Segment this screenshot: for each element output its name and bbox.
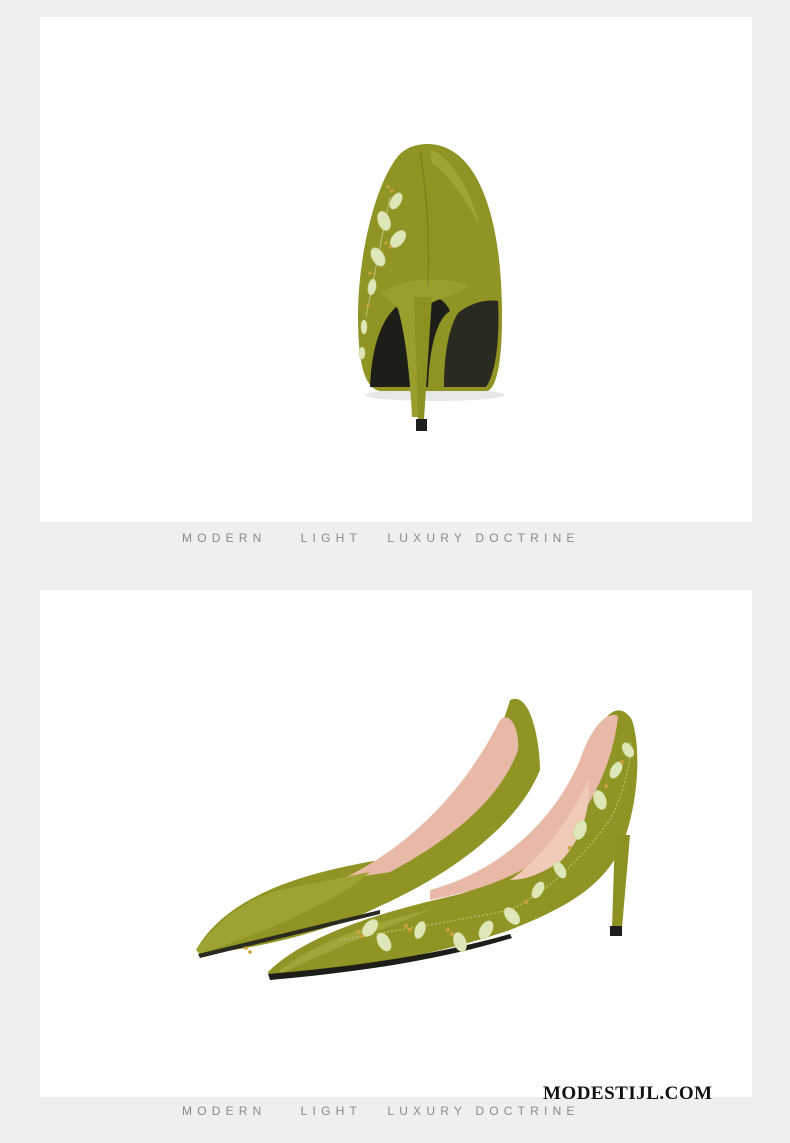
- caption-modern-light-luxury: MODERN LIGHT LUXURY DOCTRINE: [182, 531, 580, 545]
- shoe-rear-illustration: [358, 144, 505, 431]
- site-watermark: MODESTIJL.COM: [543, 1083, 713, 1104]
- caption-modern-light-luxury-bottom: MODERN LIGHT LUXURY DOCTRINE: [182, 1104, 580, 1118]
- product-photo-rear: [40, 17, 752, 522]
- shoe-pair-illustration: [196, 698, 638, 980]
- product-photo-pair: [40, 590, 752, 1097]
